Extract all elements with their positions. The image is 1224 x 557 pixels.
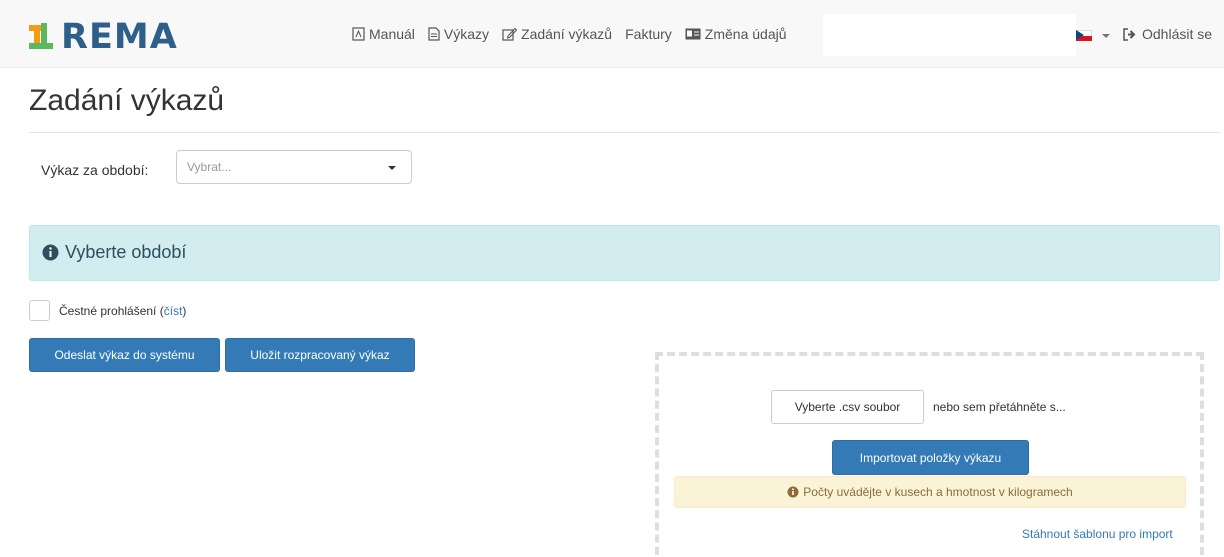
declaration-label: Čestné prohlášení <box>59 303 157 318</box>
info-circle-icon <box>42 244 59 261</box>
chevron-down-icon[interactable] <box>1102 34 1110 38</box>
file-text-icon <box>428 27 440 41</box>
units-warning-text: Počty uvádějte v kusech a hmotnost v kil… <box>803 485 1073 499</box>
chevron-down-icon <box>388 166 396 170</box>
period-select-placeholder: Vybrat... <box>187 160 232 174</box>
nav-item-zmena-udaju[interactable]: Změna údajů <box>685 26 787 42</box>
import-items-button[interactable]: Importovat položky výkazu <box>832 440 1029 475</box>
top-navbar: REMA Manuál Výkazy Zadání výkazů Faktury… <box>0 0 1224 68</box>
nav-item-label: Výkazy <box>443 26 490 42</box>
nav-item-zadani-vykazu[interactable]: Zadání výkazů <box>502 26 612 42</box>
sign-out-icon <box>1123 27 1136 41</box>
units-warning: Počty uvádějte v kusech a hmotnost v kil… <box>674 476 1186 508</box>
nav-item-manual[interactable]: Manuál <box>352 26 415 42</box>
download-template-link[interactable]: Stáhnout šablonu pro import <box>1022 527 1173 541</box>
read-declaration-link[interactable]: číst <box>164 304 183 318</box>
period-label: Výkaz za období: <box>41 162 149 178</box>
save-draft-button[interactable]: Uložit rozpracovaný výkaz <box>225 338 415 372</box>
logout-label: Odhlásit se <box>1142 26 1213 42</box>
nav-item-label: Zadání výkazů <box>521 26 613 42</box>
declaration-checkbox[interactable] <box>29 300 50 321</box>
edit-icon <box>502 27 518 41</box>
nav-overlay <box>823 14 1076 56</box>
choose-csv-button[interactable]: Vyberte .csv soubor <box>771 390 924 424</box>
page-title: Zadání výkazů <box>29 84 225 117</box>
send-report-button[interactable]: Odeslat výkaz do systému <box>29 338 220 372</box>
logo[interactable]: REMA <box>29 17 178 57</box>
nav-item-label: Manuál <box>369 26 415 42</box>
czech-flag-icon[interactable] <box>1076 30 1092 41</box>
info-alert: Vyberte období <box>29 225 1220 281</box>
nav-links: Manuál Výkazy Zadání výkazů Faktury Změn… <box>352 26 800 42</box>
info-alert-text: Vyberte období <box>65 242 187 262</box>
logo-mark-icon <box>29 23 53 51</box>
logo-text: REMA <box>61 17 178 57</box>
nav-item-label: Změna údajů <box>704 26 787 42</box>
nav-item-vykazy[interactable]: Výkazy <box>428 26 489 42</box>
pdf-file-icon <box>352 27 365 41</box>
period-select[interactable]: Vybrat... <box>176 150 412 184</box>
info-circle-icon <box>787 486 799 498</box>
id-card-icon <box>685 28 701 40</box>
declaration-row: Čestné prohlášení (číst) <box>29 300 186 321</box>
title-divider <box>29 132 1220 133</box>
drop-hint: nebo sem přetáhněte s... <box>933 400 1066 414</box>
nav-item-faktury[interactable]: Faktury <box>625 26 672 42</box>
declaration-close-paren: ) <box>182 303 187 318</box>
logout-link[interactable]: Odhlásit se <box>1123 26 1212 42</box>
nav-item-label: Faktury <box>625 26 672 42</box>
